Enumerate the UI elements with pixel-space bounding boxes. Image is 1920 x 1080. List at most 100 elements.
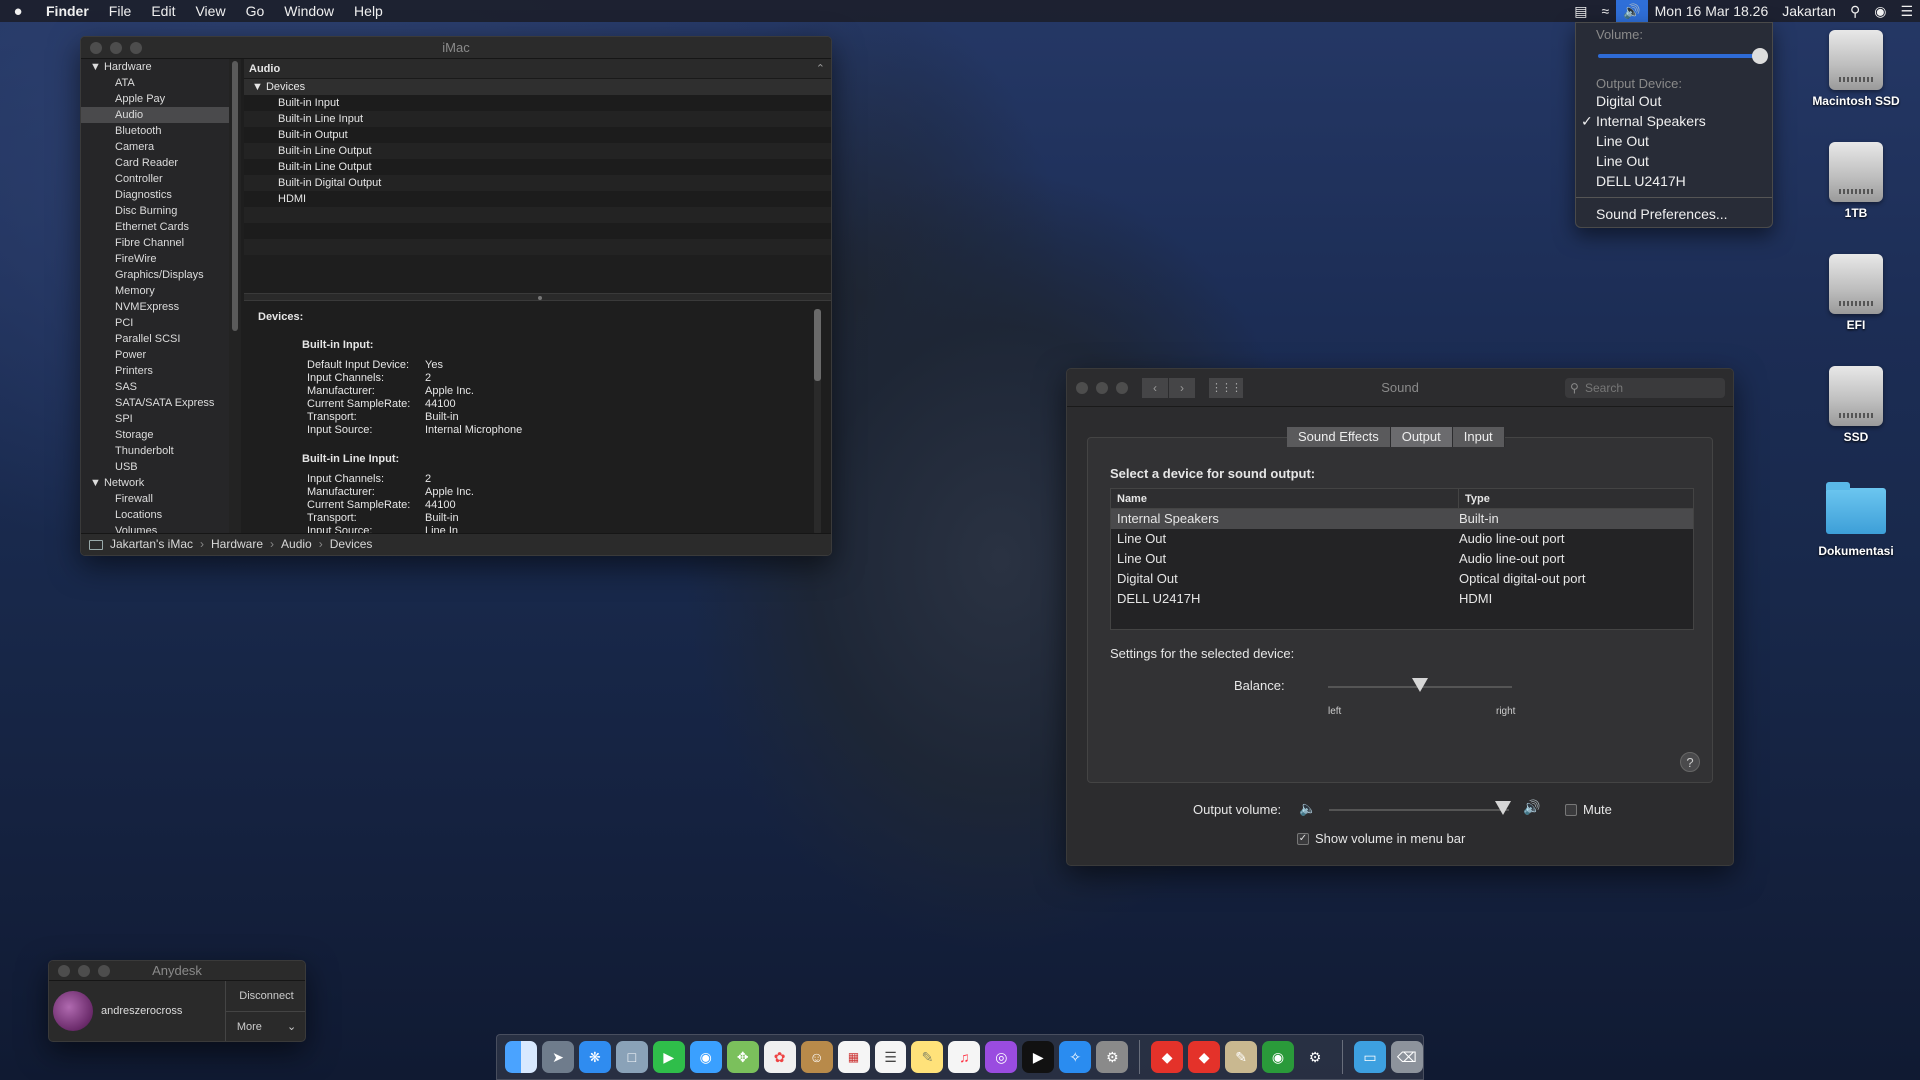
table-row[interactable]: Line Out Audio line-out port [1111, 529, 1693, 549]
close-button[interactable] [1076, 381, 1088, 394]
music-icon[interactable]: ♫ [948, 1041, 981, 1073]
close-button[interactable] [58, 964, 70, 977]
sidebar-item[interactable]: Power [81, 347, 229, 363]
detail-scrollbar-thumb[interactable] [814, 309, 821, 381]
zoom-button[interactable] [1116, 381, 1128, 394]
sidebar-item[interactable]: NVMExpress [81, 299, 229, 315]
anydesk-alt-icon[interactable]: ◆ [1188, 1041, 1221, 1073]
maps-icon[interactable]: ✥ [726, 1041, 759, 1073]
sidebar-item[interactable]: Audio [81, 107, 229, 123]
sidebar-item[interactable]: SATA/SATA Express [81, 395, 229, 411]
desktop-icon-ssd[interactable]: SSD [1796, 366, 1916, 444]
detail-scrollbar[interactable] [814, 309, 821, 535]
path-segment[interactable]: Jakartan's iMac [110, 534, 193, 555]
sidebar-item[interactable]: Card Reader [81, 155, 229, 171]
facetime-icon[interactable]: ▶ [652, 1041, 685, 1073]
launchpad-icon[interactable]: ➤ [541, 1041, 574, 1073]
path-segment[interactable]: Devices [330, 534, 373, 555]
list-item[interactable]: Built-in Output [244, 127, 831, 143]
zoom-button[interactable] [98, 964, 110, 977]
desktop-icon-dokumentasi[interactable]: Dokumentasi [1796, 480, 1916, 558]
sidebar-item[interactable]: Firewall [81, 491, 229, 507]
sidebar-scrollbar[interactable] [229, 59, 241, 535]
sidebar-item[interactable]: Apple Pay [81, 91, 229, 107]
show-volume-checkbox[interactable]: ✓ [1297, 832, 1309, 845]
sidebar-group-hardware[interactable]: ▼ Hardware [81, 59, 229, 75]
activity-monitor-icon[interactable]: ▤ [1567, 0, 1594, 22]
menu-help[interactable]: Help [344, 3, 393, 19]
sidebar-item[interactable]: Graphics/Displays [81, 267, 229, 283]
zoom-button[interactable] [130, 41, 142, 54]
notes-icon[interactable]: ✎ [911, 1041, 944, 1073]
system-preferences-icon[interactable]: ⚙ [1096, 1041, 1129, 1073]
minimize-button[interactable] [110, 41, 122, 54]
forward-icon[interactable]: › [1169, 377, 1195, 398]
sidebar-item[interactable]: Thunderbolt [81, 443, 229, 459]
finder-icon[interactable] [505, 1041, 537, 1073]
folder-icon[interactable]: ▭ [1353, 1041, 1386, 1073]
app-store-icon[interactable]: ✧ [1059, 1041, 1092, 1073]
calendar-icon[interactable]: ▦ [837, 1041, 870, 1073]
table-row[interactable]: Digital Out Optical digital-out port [1111, 569, 1693, 589]
table-row[interactable]: DELL U2417H HDMI [1111, 589, 1693, 609]
output-device-option[interactable]: Line Out [1576, 131, 1772, 151]
table-row[interactable]: Line Out Audio line-out port [1111, 549, 1693, 569]
desktop-icon-efi[interactable]: EFI [1796, 254, 1916, 332]
menu-file[interactable]: File [99, 3, 142, 19]
volume-slider-knob[interactable] [1752, 48, 1768, 64]
list-item[interactable]: Built-in Line Input [244, 111, 831, 127]
photos-icon[interactable]: ✿ [763, 1041, 796, 1073]
desktop-icon-1tb[interactable]: 1TB [1796, 142, 1916, 220]
tab-input[interactable]: Input [1452, 427, 1505, 447]
mute-checkbox[interactable] [1565, 803, 1577, 816]
list-item[interactable]: Built-in Line Output [244, 143, 831, 159]
sidebar-item[interactable]: SPI [81, 411, 229, 427]
output-device-option[interactable]: Line Out [1576, 151, 1772, 171]
reminders-icon[interactable]: ☰ [874, 1041, 907, 1073]
path-segment[interactable]: Hardware [211, 534, 263, 555]
sidebar-item[interactable]: Controller [81, 171, 229, 187]
column-name[interactable]: Name [1111, 489, 1459, 508]
desktop-icon-macintosh-ssd[interactable]: Macintosh SSD [1796, 30, 1916, 108]
output-device-option[interactable]: ✓ Internal Speakers [1576, 111, 1772, 131]
list-item[interactable]: HDMI [244, 191, 831, 207]
podcasts-icon[interactable]: ◎ [985, 1041, 1018, 1073]
tab-sound-effects[interactable]: Sound Effects [1287, 427, 1391, 447]
list-item[interactable]: Built-in Input [244, 95, 831, 111]
sound-titlebar[interactable]: ‹ › ⋮⋮⋮ Sound ⚲ Search [1067, 369, 1733, 407]
sidebar-item[interactable]: Disc Burning [81, 203, 229, 219]
volume-slider[interactable] [1598, 48, 1768, 64]
list-item[interactable]: Built-in Line Output [244, 159, 831, 175]
sort-chevron-icon[interactable]: ⌃ [816, 59, 825, 79]
output-device-option[interactable]: Digital Out [1576, 91, 1772, 111]
sidebar-item[interactable]: ATA [81, 75, 229, 91]
output-volume-slider[interactable] [1329, 809, 1509, 811]
sidebar-item[interactable]: PCI [81, 315, 229, 331]
column-type[interactable]: Type [1459, 489, 1490, 508]
wifi-icon[interactable]: ≈ [1595, 0, 1617, 22]
anydesk-icon[interactable]: ◆ [1151, 1041, 1184, 1073]
minimize-button[interactable] [1096, 381, 1108, 394]
show-all-grid-icon[interactable]: ⋮⋮⋮ [1209, 377, 1243, 398]
sidebar-item[interactable]: Bluetooth [81, 123, 229, 139]
sysinfo-titlebar[interactable]: iMac [81, 37, 831, 59]
spotlight-icon[interactable]: ⚲ [1843, 0, 1867, 22]
menu-window[interactable]: Window [274, 3, 344, 19]
disconnect-button[interactable]: Disconnect [226, 981, 305, 1012]
menu-finder[interactable]: Finder [36, 3, 99, 19]
script-editor-icon[interactable]: ✎ [1225, 1041, 1258, 1073]
sidebar-group-network[interactable]: ▼ Network [81, 475, 229, 491]
output-device-option[interactable]: DELL U2417H [1576, 171, 1772, 191]
list-item[interactable]: Built-in Digital Output [244, 175, 831, 191]
sound-preferences-item[interactable]: Sound Preferences... [1576, 204, 1772, 224]
table-row[interactable]: Internal Speakers Built-in [1111, 509, 1693, 529]
menu-go[interactable]: Go [236, 3, 275, 19]
close-button[interactable] [90, 41, 102, 54]
siri-icon[interactable]: ◉ [1867, 0, 1893, 22]
anydesk-titlebar[interactable]: Anydesk [49, 961, 305, 981]
sidebar-item[interactable]: SAS [81, 379, 229, 395]
balance-slider-knob[interactable] [1412, 678, 1428, 692]
safari-icon[interactable]: ❋ [578, 1041, 611, 1073]
sidebar-item[interactable]: Locations [81, 507, 229, 523]
more-button[interactable]: More ⌄ [226, 1012, 305, 1041]
